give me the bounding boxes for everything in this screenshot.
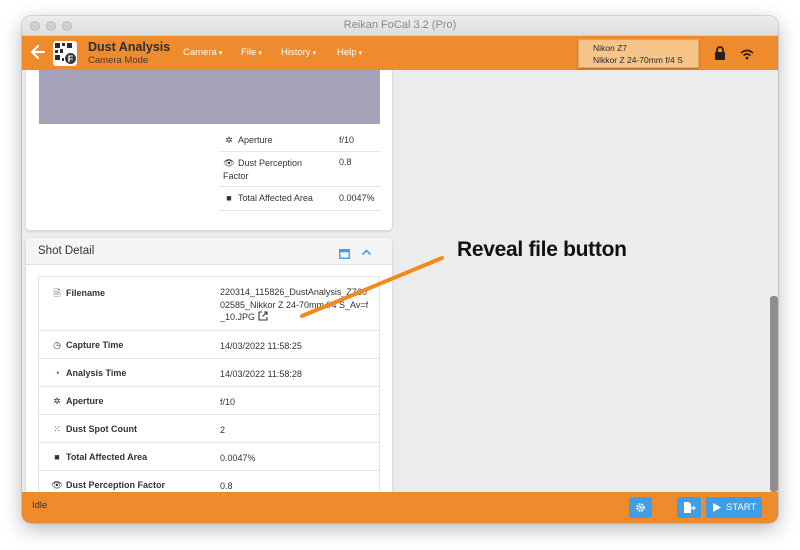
- annotation-label: Reveal file button: [457, 238, 627, 261]
- annotation-arrow: [300, 256, 444, 318]
